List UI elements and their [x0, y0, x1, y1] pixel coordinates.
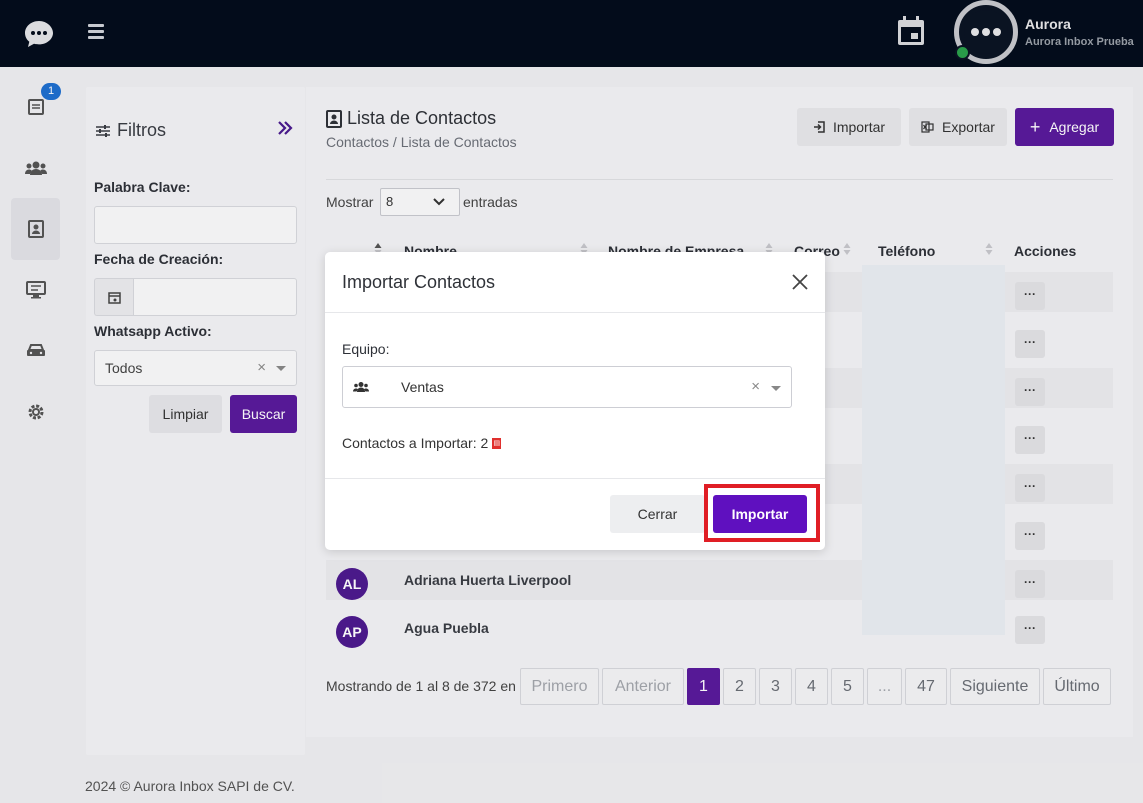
confirm-import-button[interactable]: Importar — [713, 495, 807, 533]
contacts-to-import: Contactos a Importar: 2 ▤ — [342, 435, 502, 451]
team-label: Equipo: — [342, 341, 390, 357]
team-select-value: Ventas — [401, 379, 444, 395]
team-select[interactable]: Ventas × — [342, 366, 792, 408]
chevron-down-icon[interactable] — [771, 386, 781, 391]
file-icon: ▤ — [492, 437, 502, 449]
divider — [325, 478, 825, 479]
users-icon — [353, 382, 369, 392]
clear-icon[interactable]: × — [751, 378, 760, 395]
contacts-to-import-text: Contactos a Importar: 2 — [342, 435, 489, 451]
divider — [325, 312, 825, 313]
modal-title: Importar Contactos — [342, 272, 496, 292]
close-icon[interactable] — [791, 273, 809, 291]
import-contacts-modal: Importar Contactos Equipo: Ventas × Cont… — [325, 252, 825, 550]
close-button[interactable]: Cerrar — [610, 495, 705, 533]
